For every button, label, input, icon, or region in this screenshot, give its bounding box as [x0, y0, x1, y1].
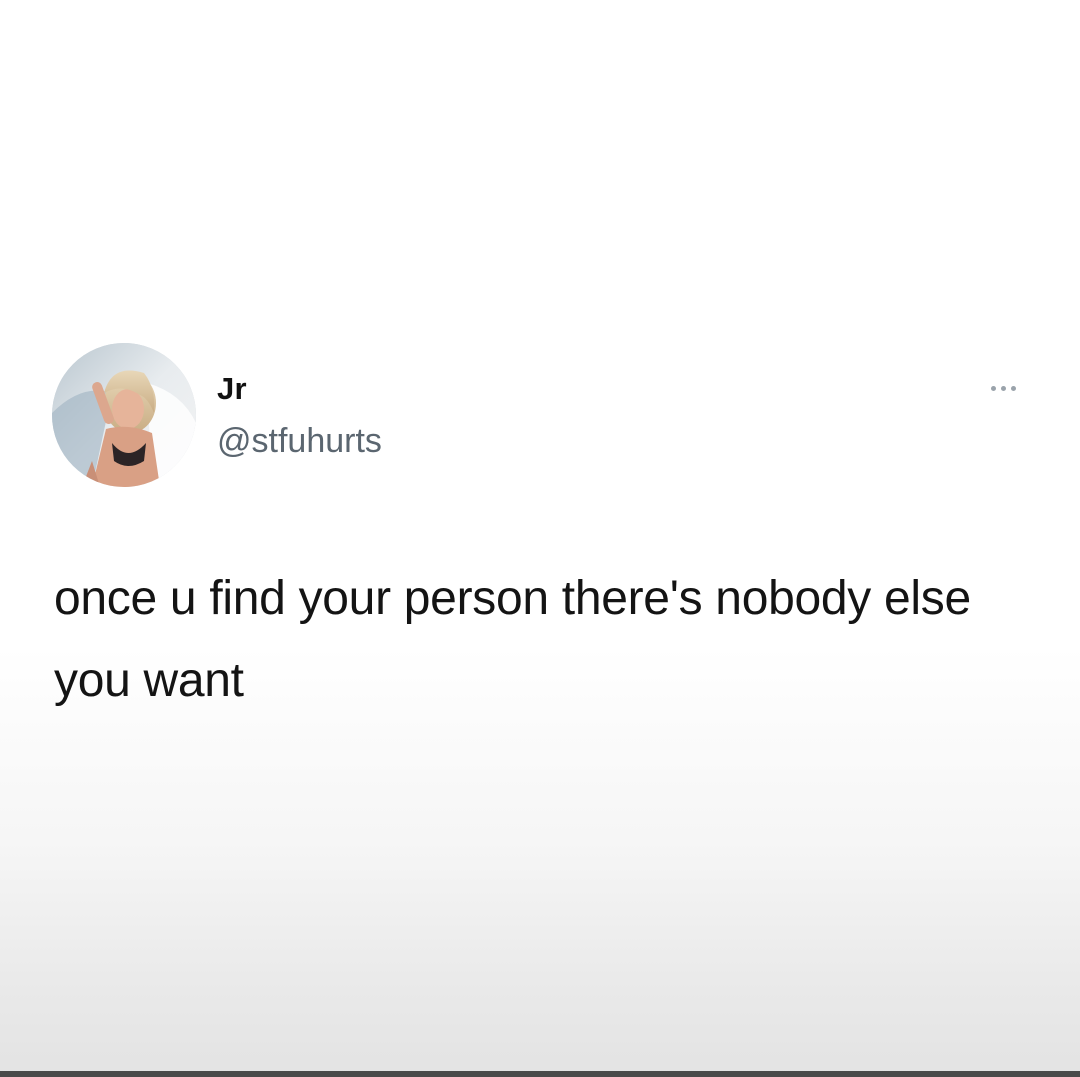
username-handle[interactable]: @stfuhurts	[217, 424, 382, 458]
avatar[interactable]	[52, 343, 196, 487]
tweet-card: Jr @stfuhurts once u find your person th…	[0, 0, 1080, 1077]
profile-photo	[52, 343, 196, 487]
more-horizontal-icon	[990, 385, 996, 391]
display-name[interactable]: Jr	[217, 373, 247, 404]
more-options-button[interactable]	[980, 376, 1026, 400]
more-horizontal-icon	[1000, 385, 1006, 391]
bottom-bar	[0, 1071, 1080, 1077]
more-horizontal-icon	[1010, 385, 1016, 391]
tweet-text: once u find your person there's nobody e…	[54, 572, 971, 707]
